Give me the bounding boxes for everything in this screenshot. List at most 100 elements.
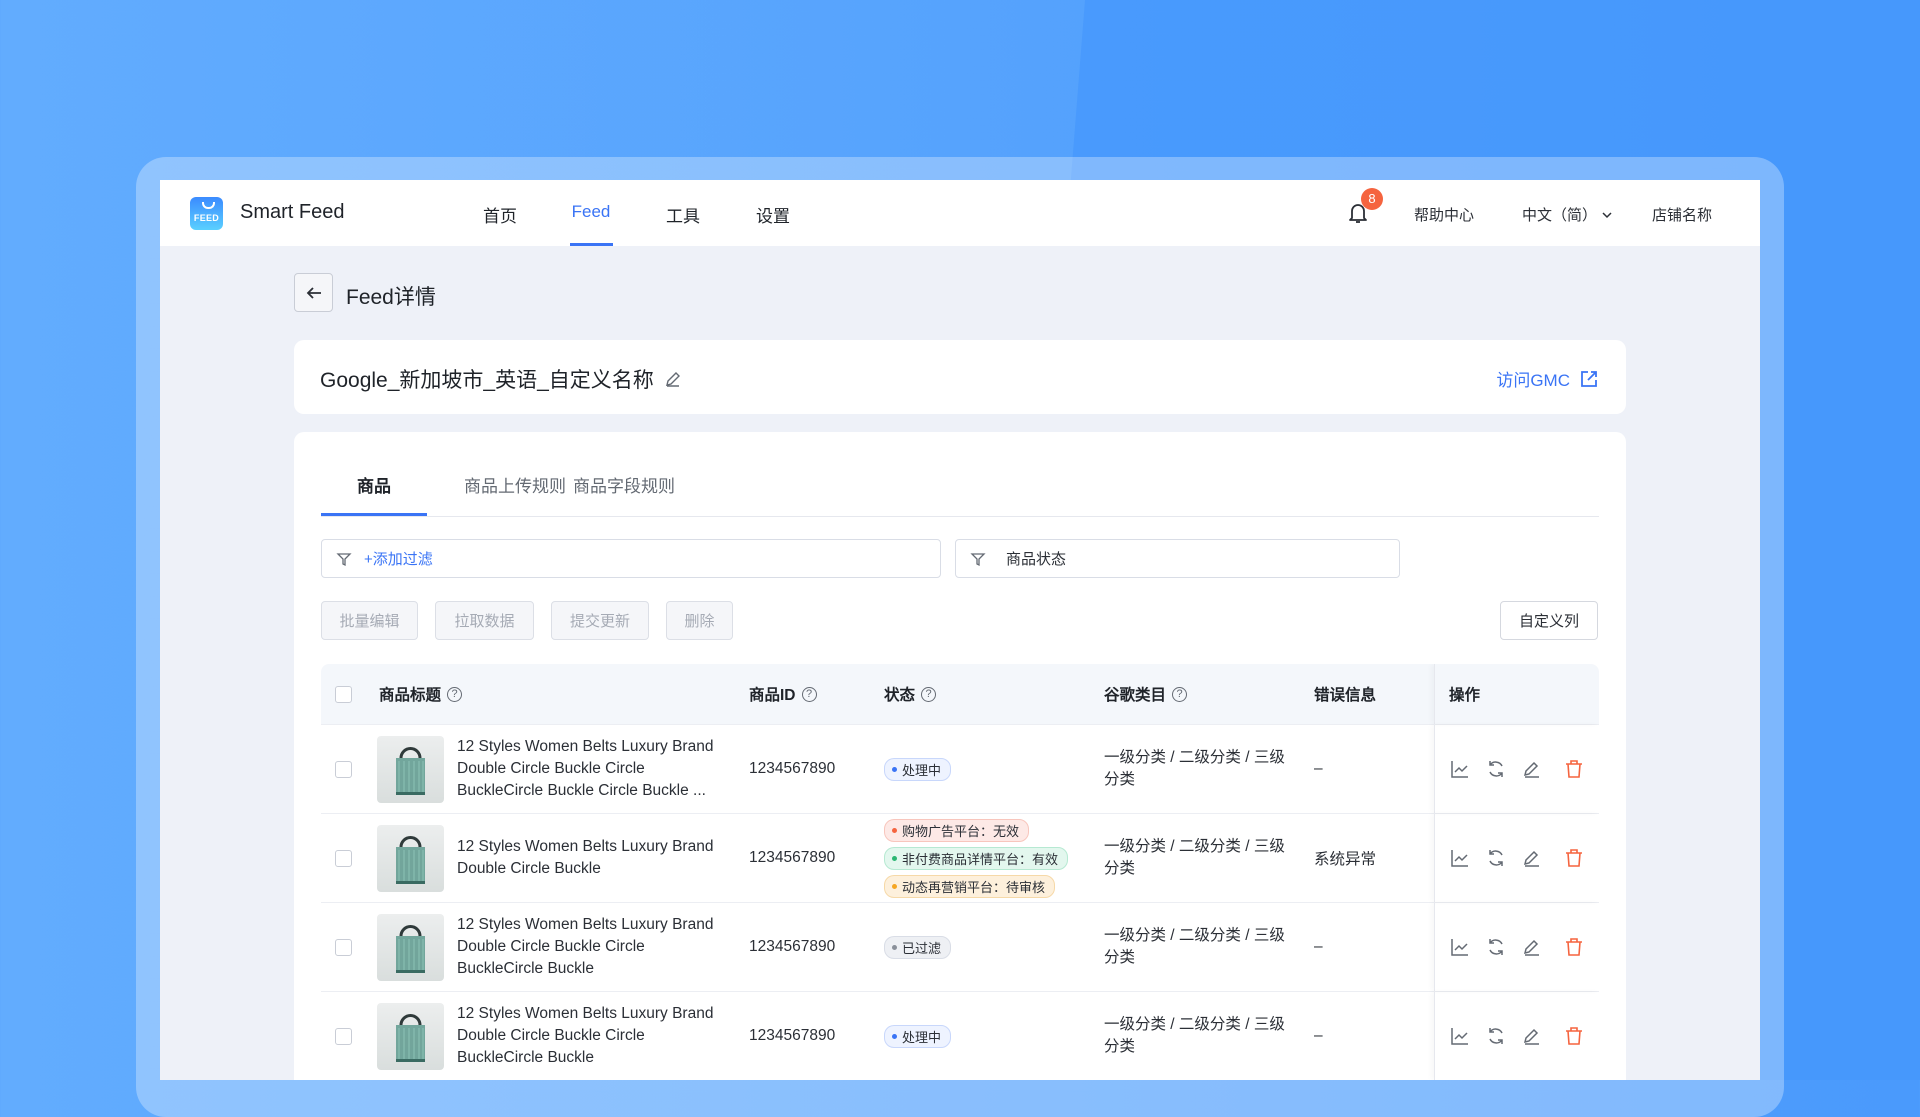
custom-columns-button[interactable]: 自定义列 [1500,601,1598,640]
product-title[interactable]: 12 Styles Women Belts Luxury Brand Doubl… [457,1003,735,1069]
status-badge: 动态再营销平台：待审核 [884,874,1056,898]
status-dot [892,827,897,833]
products-card: 商品 商品上传规则 商品字段规则 +添加过滤 商品状态 批量编辑 拉取数据 提交… [294,432,1626,1080]
col-error: 错误信息 [1314,687,1377,704]
feed-info-card: Google_新加坡市_英语_自定义名称 访问GMC [294,340,1626,414]
tab-upload-rules[interactable]: 商品上传规则 [464,472,566,497]
status-tags: 已过滤 [870,903,1090,991]
app-logo: FEED [190,197,223,230]
chart-icon[interactable] [1449,1025,1471,1047]
refresh-icon[interactable] [1485,1025,1507,1047]
error-message: – [1314,760,1323,777]
col-category: 谷歌类目 [1104,687,1167,704]
app-window: FEED Smart Feed 首页 Feed 工具 设置 8 帮助中心 中文（… [160,180,1760,1080]
edit-icon[interactable] [1521,758,1543,780]
col-title: 商品标题 [379,687,442,704]
row-checkbox[interactable] [335,1027,352,1045]
nav-settings[interactable]: 设置 [756,202,790,227]
add-filter-input[interactable]: +添加过滤 [321,539,941,578]
add-filter-label: +添加过滤 [364,551,433,568]
status-label: 非付费商品详情平台：有效 [902,851,1059,867]
google-category: 一级分类 / 二级分类 / 三级分类 [1104,838,1285,877]
status-label: 动态再营销平台：待审核 [902,879,1046,895]
status-badge: 购物广告平台：无效 [884,818,1030,842]
help-icon[interactable]: ? [921,686,937,702]
status-tags: 购物广告平台：无效非付费商品详情平台：有效 动态再营销平台：待审核 [870,814,1090,902]
trash-icon[interactable] [1563,936,1585,958]
status-tags: 处理中 [870,992,1090,1080]
product-image [377,1002,444,1070]
table-row: 12 Styles Women Belts Luxury Brand Doubl… [321,814,1599,903]
tab-products[interactable]: 商品 [357,472,391,497]
select-all-checkbox[interactable] [335,685,352,703]
trash-icon[interactable] [1563,847,1585,869]
nav-tools[interactable]: 工具 [666,202,700,227]
tab-field-rules[interactable]: 商品字段规则 [573,472,675,497]
app-name: Smart Feed [240,201,345,223]
edit-icon[interactable] [664,370,682,388]
refresh-icon[interactable] [1485,847,1507,869]
product-title[interactable]: 12 Styles Women Belts Luxury Brand Doubl… [457,914,735,980]
help-center-link[interactable]: 帮助中心 [1414,204,1474,225]
trash-icon[interactable] [1563,1025,1585,1047]
products-table: 商品标题? 商品ID? 状态? 谷歌类目? 错误信息 操作 12 Styles … [321,664,1599,1080]
nav-home[interactable]: 首页 [483,202,517,227]
product-title[interactable]: 12 Styles Women Belts Luxury Brand Doubl… [457,836,735,880]
table-row: 12 Styles Women Belts Luxury Brand Doubl… [321,725,1599,814]
edit-icon[interactable] [1521,847,1543,869]
refresh-icon[interactable] [1485,758,1507,780]
store-name[interactable]: 店铺名称 [1652,204,1712,225]
chart-icon[interactable] [1449,758,1471,780]
status-tags: 处理中 [870,725,1090,813]
help-icon[interactable]: ? [447,686,463,702]
table-row: 12 Styles Women Belts Luxury Brand Doubl… [321,992,1599,1080]
nav-active-indicator [570,243,613,246]
status-badge: 处理中 [884,1024,952,1048]
google-category: 一级分类 / 二级分类 / 三级分类 [1104,927,1285,966]
chart-icon[interactable] [1449,936,1471,958]
row-checkbox[interactable] [335,849,352,867]
product-id: 1234567890 [749,938,836,955]
visit-gmc-link[interactable]: 访问GMC [1496,366,1598,391]
product-image [377,735,444,803]
status-dot [892,855,897,861]
batch-edit-button[interactable]: 批量编辑 [321,601,418,640]
status-badge: 非付费商品详情平台：有效 [884,846,1069,870]
status-badge: 已过滤 [884,935,952,959]
status-badge: 处理中 [884,757,952,781]
status-dot [892,1033,897,1039]
submit-update-button[interactable]: 提交更新 [551,601,649,640]
external-link-icon [1581,370,1597,387]
arrow-left-icon [306,286,321,299]
edit-icon[interactable] [1521,936,1543,958]
status-label: 处理中 [902,1029,942,1045]
tab-divider [321,516,1599,517]
status-dot [892,766,897,772]
status-filter-input[interactable]: 商品状态 [955,539,1400,578]
google-category: 一级分类 / 二级分类 / 三级分类 [1104,749,1285,788]
chart-icon[interactable] [1449,847,1471,869]
product-image [377,824,444,892]
language-label: 中文（简） [1522,207,1598,224]
error-message: – [1314,1027,1323,1044]
nav-feed[interactable]: Feed [572,202,611,222]
error-message: – [1314,938,1323,955]
edit-icon[interactable] [1521,1025,1543,1047]
help-icon[interactable]: ? [801,686,817,702]
error-message: 系统异常 [1314,851,1377,868]
col-status: 状态 [884,687,916,704]
trash-icon[interactable] [1563,758,1585,780]
delete-button[interactable]: 删除 [666,601,733,640]
fetch-data-button[interactable]: 拉取数据 [435,601,534,640]
row-checkbox[interactable] [335,938,352,956]
refresh-icon[interactable] [1485,936,1507,958]
product-title[interactable]: 12 Styles Women Belts Luxury Brand Doubl… [457,736,735,802]
chevron-down-icon [1602,211,1612,218]
row-checkbox[interactable] [335,760,352,778]
back-button[interactable] [294,273,333,312]
feed-name: Google_新加坡市_英语_自定义名称 [320,369,654,392]
product-id: 1234567890 [749,849,836,866]
language-select[interactable]: 中文（简） [1522,204,1613,225]
status-label: 购物广告平台：无效 [902,823,1020,839]
help-icon[interactable]: ? [1172,686,1188,702]
